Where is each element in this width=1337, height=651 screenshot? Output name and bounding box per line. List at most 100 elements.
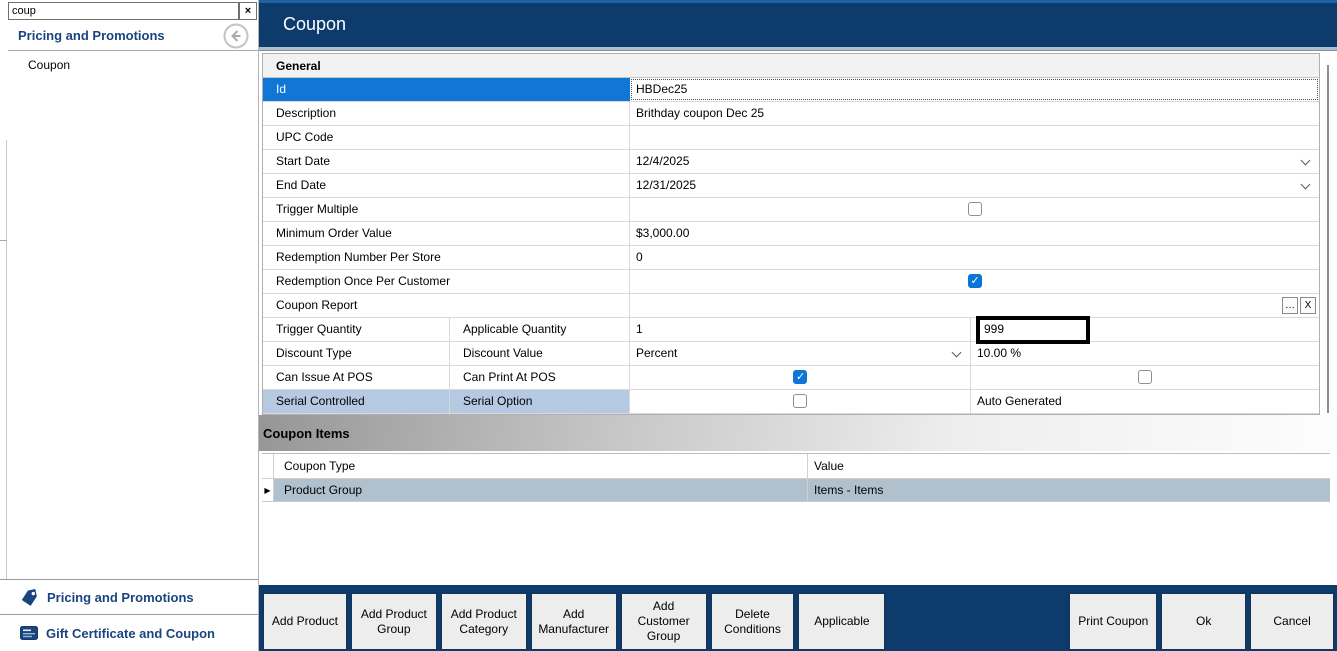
coupon-report-label: Coupon Report: [263, 294, 630, 317]
can-issue-at-pos-label: Can Issue At POS: [263, 366, 450, 389]
field-row-redemption-number-per-store: Redemption Number Per Store 0: [263, 246, 1319, 270]
sidebar-splitter-tick: [0, 240, 7, 241]
row-indicator-cell: ▶: [262, 479, 274, 501]
redemption-once-per-customer-label: Redemption Once Per Customer: [263, 270, 630, 293]
field-row-redemption-once-per-customer: Redemption Once Per Customer: [263, 270, 1319, 294]
coupon-report-input[interactable]: … X: [630, 294, 1319, 317]
serial-option-label: Serial Option: [450, 390, 630, 413]
header-divider-dark: [259, 50, 1337, 51]
chevron-down-icon[interactable]: [952, 348, 962, 358]
end-date-dropdown[interactable]: 12/31/2025: [630, 174, 1319, 197]
field-row-serial-clipped: Serial Controlled Serial Option Auto Gen…: [263, 390, 1319, 414]
applicable-button[interactable]: Applicable: [797, 592, 886, 651]
field-row-upc-code: UPC Code: [263, 126, 1319, 150]
sidebar-header-title: Pricing and Promotions: [18, 28, 165, 43]
field-row-description: Description Brithday coupon Dec 25: [263, 102, 1319, 126]
grid-data-row[interactable]: ▶ Product Group Items - Items: [262, 479, 1330, 502]
browse-ellipsis-button[interactable]: …: [1282, 297, 1298, 314]
serial-controlled-label: Serial Controlled: [263, 390, 450, 413]
coupon-items-section-title: Coupon Items: [259, 415, 1337, 451]
field-row-pos: Can Issue At POS Can Print At POS: [263, 366, 1319, 390]
trigger-quantity-input[interactable]: 1: [630, 318, 971, 341]
start-date-label: Start Date: [263, 150, 630, 173]
toolbar-spacer: [888, 592, 1068, 651]
redemption-number-per-store-input[interactable]: 0: [630, 246, 1319, 269]
trigger-quantity-label: Trigger Quantity: [263, 318, 450, 341]
coupon-items-grid: Coupon Type Value ▶ Product Group Items …: [262, 453, 1330, 502]
field-row-minimum-order-value: Minimum Order Value $3,000.00: [263, 222, 1319, 246]
search-input[interactable]: [9, 3, 238, 19]
add-customer-group-button[interactable]: Add Customer Group: [620, 592, 708, 651]
coupon-window: × Pricing and Promotions Coupon: [0, 0, 1337, 651]
discount-value-label: Discount Value: [450, 342, 630, 365]
sidebar-header: Pricing and Promotions: [8, 21, 258, 51]
trigger-multiple-checkbox[interactable]: [968, 202, 982, 216]
sidebar-item-gift-certificate-and-coupon[interactable]: Gift Certificate and Coupon: [0, 614, 258, 651]
minimum-order-value-label: Minimum Order Value: [263, 222, 630, 245]
gift-card-icon: [20, 626, 38, 640]
field-row-discount: Discount Type Discount Value Percent 10.…: [263, 342, 1319, 366]
search-close-button[interactable]: ×: [239, 2, 257, 20]
discount-value-input[interactable]: 10.00 %: [971, 342, 1319, 365]
redemption-once-per-customer-checkbox[interactable]: [968, 274, 982, 288]
page-title: Coupon: [283, 14, 346, 35]
current-row-marker-icon: ▶: [264, 486, 270, 495]
scrollbar-thumb[interactable]: [1327, 65, 1329, 413]
navigation-sidebar: × Pricing and Promotions Coupon: [0, 0, 259, 651]
sidebar-splitter-line: [6, 140, 7, 580]
sidebar-item-label: Gift Certificate and Coupon: [46, 626, 215, 641]
serial-controlled-checkbox[interactable]: [793, 394, 807, 408]
id-input[interactable]: HBDec25: [631, 79, 1318, 100]
start-date-dropdown[interactable]: 12/4/2025: [630, 150, 1319, 173]
upc-code-label: UPC Code: [263, 126, 630, 149]
description-input[interactable]: Brithday coupon Dec 25: [630, 102, 1319, 125]
add-manufacturer-button[interactable]: Add Manufacturer: [530, 592, 618, 651]
upc-code-input[interactable]: [630, 126, 1319, 149]
cancel-button[interactable]: Cancel: [1249, 592, 1335, 651]
ok-button[interactable]: Ok: [1160, 592, 1247, 651]
add-product-button[interactable]: Add Product: [262, 592, 348, 651]
coupon-type-cell[interactable]: Product Group: [274, 479, 808, 501]
add-product-group-button[interactable]: Add Product Group: [350, 592, 438, 651]
grid-header-row: Coupon Type Value: [262, 454, 1330, 479]
discount-type-dropdown[interactable]: Percent: [630, 342, 971, 365]
general-section-title: General: [263, 54, 1319, 78]
field-row-coupon-report: Coupon Report … X: [263, 294, 1319, 318]
sidebar-item-coupon[interactable]: Coupon: [28, 58, 70, 72]
minimum-order-value-input[interactable]: $3,000.00: [630, 222, 1319, 245]
page-header: Coupon: [259, 0, 1337, 47]
delete-conditions-button[interactable]: Delete Conditions: [710, 592, 796, 651]
column-header-value[interactable]: Value: [808, 454, 1330, 478]
value-cell[interactable]: Items - Items: [808, 479, 1330, 501]
search-input-wrap: [8, 2, 239, 20]
column-header-coupon-type[interactable]: Coupon Type: [274, 454, 808, 478]
main-panel: Coupon General Id HBDec25 Description Br…: [259, 0, 1337, 651]
trigger-multiple-label: Trigger Multiple: [263, 198, 630, 221]
field-row-end-date: End Date 12/31/2025: [263, 174, 1319, 198]
applicable-quantity-label: Applicable Quantity: [450, 318, 630, 341]
sidebar-item-pricing-and-promotions[interactable]: Pricing and Promotions: [0, 579, 258, 614]
discount-type-label: Discount Type: [263, 342, 450, 365]
chevron-down-icon[interactable]: [1301, 180, 1311, 190]
can-print-at-pos-checkbox[interactable]: [1138, 370, 1152, 384]
add-product-category-button[interactable]: Add Product Category: [440, 592, 528, 651]
applicable-quantity-input-highlighted[interactable]: 999: [976, 316, 1090, 344]
redemption-number-per-store-label: Redemption Number Per Store: [263, 246, 630, 269]
field-row-trigger-multiple: Trigger Multiple: [263, 198, 1319, 222]
id-label: Id: [263, 78, 630, 101]
clear-x-button[interactable]: X: [1300, 297, 1316, 314]
print-coupon-button[interactable]: Print Coupon: [1068, 592, 1158, 651]
form-scrollbar[interactable]: [1322, 53, 1334, 415]
field-row-id: Id HBDec25: [263, 78, 1319, 102]
field-row-start-date: Start Date 12/4/2025: [263, 150, 1319, 174]
field-row-quantities: Trigger Quantity Applicable Quantity 1 9…: [263, 318, 1319, 342]
can-print-at-pos-label: Can Print At POS: [450, 366, 630, 389]
general-section: General Id HBDec25 Description Brithday …: [262, 53, 1320, 415]
can-issue-at-pos-checkbox[interactable]: [793, 370, 807, 384]
row-indicator-header: [262, 454, 274, 478]
chevron-down-icon[interactable]: [1301, 156, 1311, 166]
serial-option-value[interactable]: Auto Generated: [971, 390, 1319, 413]
end-date-label: End Date: [263, 174, 630, 197]
price-tag-icon: [20, 588, 39, 607]
back-arrow-icon[interactable]: [223, 23, 249, 49]
